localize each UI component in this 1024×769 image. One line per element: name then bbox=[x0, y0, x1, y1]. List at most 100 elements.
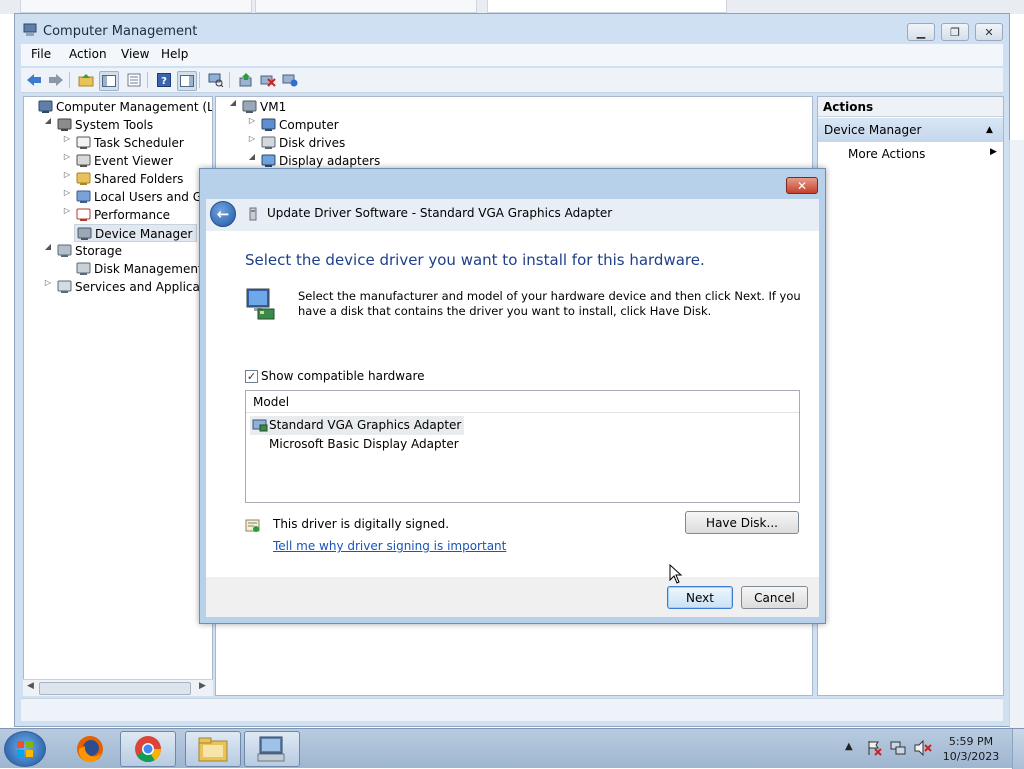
back-arrow-icon: ← bbox=[216, 205, 230, 223]
console-tree-label: Event Viewer bbox=[94, 154, 173, 168]
expand-arrow-icon[interactable]: ▷ bbox=[43, 278, 53, 296]
enable-device-button[interactable] bbox=[281, 71, 299, 89]
console-tree-label: Storage bbox=[75, 244, 122, 258]
more-actions-item[interactable]: More Actions bbox=[848, 147, 925, 161]
scan-hardware-button[interactable] bbox=[207, 71, 225, 89]
expand-arrow-icon[interactable]: ▷ bbox=[62, 188, 72, 206]
model-label: Microsoft Basic Display Adapter bbox=[269, 437, 459, 451]
help-icon: ? bbox=[157, 73, 171, 87]
action-pane-icon bbox=[180, 75, 194, 87]
signed-driver-icon bbox=[245, 519, 260, 532]
console-tree-item[interactable]: Local Users and Group bbox=[74, 188, 212, 206]
console-tree-item[interactable]: System Tools bbox=[55, 116, 157, 134]
have-disk-button[interactable]: Have Disk... bbox=[685, 511, 799, 534]
console-tree-item[interactable]: Event Viewer bbox=[74, 152, 177, 170]
device-tree-label: Computer bbox=[279, 118, 339, 132]
console-tree-item[interactable]: Services and Applications bbox=[55, 278, 212, 296]
background-tab bbox=[255, 0, 477, 13]
shared-folder-icon bbox=[76, 172, 91, 186]
device-tree-item[interactable]: VM1 bbox=[240, 98, 290, 116]
actions-section-device-manager[interactable]: Device Manager ▲ bbox=[818, 118, 1003, 142]
console-tree-label: Task Scheduler bbox=[94, 136, 184, 150]
expand-arrow-icon[interactable]: ▷ bbox=[247, 134, 257, 152]
driver-signing-link[interactable]: Tell me why driver signing is important bbox=[273, 539, 506, 553]
expand-arrow-icon[interactable]: ▷ bbox=[62, 152, 72, 170]
close-icon: ✕ bbox=[984, 25, 994, 39]
dialog-header: ← Update Driver Software - Standard VGA … bbox=[206, 199, 819, 231]
scrollbar-thumb[interactable] bbox=[39, 682, 191, 695]
forward-arrow-icon bbox=[49, 74, 63, 86]
taskbar-explorer[interactable] bbox=[185, 731, 241, 767]
vertical-scrollbar[interactable] bbox=[1009, 140, 1024, 728]
device-tree-item[interactable]: Disk drives bbox=[259, 134, 349, 152]
collapse-up-icon[interactable]: ▲ bbox=[986, 118, 993, 142]
console-tree-item[interactable]: Device Manager bbox=[74, 224, 198, 242]
collapse-arrow-icon[interactable]: ◢ bbox=[228, 98, 238, 116]
show-console-tree-button[interactable] bbox=[99, 71, 119, 91]
back-button[interactable] bbox=[25, 71, 43, 89]
show-compatible-checkbox[interactable]: ✓ bbox=[245, 370, 258, 383]
properties-button[interactable] bbox=[125, 71, 143, 89]
update-driver-button[interactable] bbox=[237, 71, 255, 89]
cancel-button[interactable]: Cancel bbox=[741, 586, 808, 609]
expand-arrow-icon[interactable]: ▷ bbox=[62, 170, 72, 188]
console-tree-item[interactable]: Disk Management bbox=[74, 260, 207, 278]
network-icon[interactable] bbox=[890, 740, 906, 756]
menu-help[interactable]: Help bbox=[157, 47, 192, 61]
dialog-body: Select the device driver you want to ins… bbox=[206, 231, 819, 577]
model-list-item[interactable]: Microsoft Basic Display Adapter bbox=[250, 435, 462, 454]
console-tree-item[interactable]: Performance bbox=[74, 206, 174, 224]
expand-arrow-icon[interactable]: ▷ bbox=[62, 206, 72, 224]
start-button[interactable] bbox=[4, 731, 46, 767]
close-icon: ✕ bbox=[796, 178, 808, 193]
show-hidden-icons-icon[interactable]: ▲ bbox=[845, 741, 853, 752]
window-title: Computer Management bbox=[43, 24, 198, 39]
next-button[interactable]: Next bbox=[667, 586, 733, 609]
dialog-back-button[interactable]: ← bbox=[210, 201, 236, 227]
dialog-close-button[interactable]: ✕ bbox=[786, 177, 818, 194]
collapse-arrow-icon[interactable]: ◢ bbox=[43, 242, 53, 260]
model-list-item[interactable]: Standard VGA Graphics Adapter bbox=[250, 416, 465, 435]
expand-arrow-icon[interactable]: ▷ bbox=[247, 116, 257, 134]
console-tree-item[interactable]: Task Scheduler bbox=[74, 134, 188, 152]
model-column-header[interactable]: Model bbox=[246, 391, 799, 413]
scroll-right-icon[interactable]: ▶ bbox=[199, 681, 206, 691]
maximize-button[interactable]: ❐ bbox=[941, 23, 969, 41]
menu-action[interactable]: Action bbox=[65, 47, 111, 61]
device-tree-label: Disk drives bbox=[279, 136, 346, 150]
graphics-adapter-icon bbox=[249, 207, 257, 221]
minimize-button[interactable]: ▁ bbox=[907, 23, 935, 41]
volume-muted-icon[interactable] bbox=[914, 740, 932, 756]
show-action-pane-button[interactable] bbox=[177, 71, 197, 91]
expand-arrow-icon[interactable]: ▷ bbox=[62, 134, 72, 152]
console-tree-item[interactable]: Storage bbox=[55, 242, 126, 260]
menu-bar: File Action View Help bbox=[21, 44, 1003, 66]
menu-view[interactable]: View bbox=[117, 47, 153, 61]
toolbar-separator bbox=[229, 72, 230, 88]
show-desktop-button[interactable] bbox=[1012, 729, 1024, 769]
taskbar-computer-management[interactable] bbox=[244, 731, 300, 767]
close-button[interactable]: ✕ bbox=[975, 23, 1003, 41]
display-adapter-icon bbox=[261, 154, 276, 168]
help-button[interactable]: ? bbox=[155, 71, 173, 89]
disk-drive-icon bbox=[261, 136, 276, 150]
show-compatible-label[interactable]: Show compatible hardware bbox=[261, 369, 425, 383]
device-tree-item[interactable]: Computer bbox=[259, 116, 343, 134]
uninstall-device-button[interactable] bbox=[259, 71, 277, 89]
collapse-arrow-icon[interactable]: ◢ bbox=[43, 116, 53, 134]
taskbar-chrome[interactable] bbox=[120, 731, 176, 767]
console-tree-horizontal-scrollbar[interactable]: ◀ ▶ bbox=[23, 679, 213, 696]
clock[interactable]: 5:59 PM 10/3/2023 bbox=[936, 734, 1006, 764]
computer-management-icon bbox=[257, 736, 285, 762]
action-center-flag-icon[interactable] bbox=[866, 740, 882, 756]
scroll-left-icon[interactable]: ◀ bbox=[27, 681, 34, 691]
disk-icon bbox=[76, 262, 91, 276]
up-folder-button[interactable] bbox=[77, 71, 95, 89]
forward-button[interactable] bbox=[47, 71, 65, 89]
console-tree-item[interactable]: Computer Management (Local bbox=[36, 98, 212, 116]
menu-file[interactable]: File bbox=[27, 47, 55, 61]
console-tree-label: Shared Folders bbox=[94, 172, 184, 186]
users-icon bbox=[76, 190, 91, 204]
taskbar-firefox[interactable] bbox=[62, 731, 118, 767]
console-tree-item[interactable]: Shared Folders bbox=[74, 170, 187, 188]
